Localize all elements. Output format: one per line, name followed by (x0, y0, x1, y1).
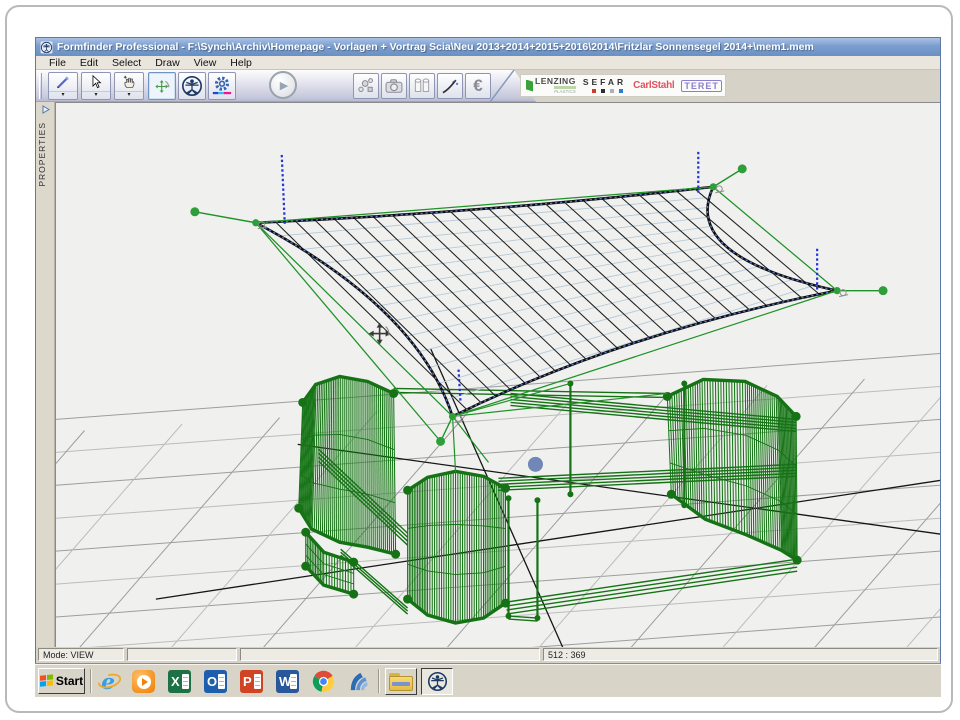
menu-item-view[interactable]: View (187, 57, 224, 69)
internet-explorer-icon[interactable]: e (97, 669, 122, 694)
sefar-color-squares (592, 89, 626, 93)
menu-item-help[interactable]: Help (223, 57, 259, 69)
toolbar: ▾ ▾ ▾ (36, 70, 940, 102)
excel-icon[interactable]: X (167, 669, 192, 694)
vitruvian-man-icon (181, 77, 203, 96)
lenzing-sub-text: PLASTICS (554, 86, 576, 95)
properties-tab-label[interactable]: PROPERTIES (37, 122, 54, 187)
molecule-icon (356, 77, 376, 96)
taskbar-separator (90, 669, 92, 693)
formfinder-window: Formfinder Professional - F:\Synch\Archi… (35, 37, 941, 664)
sefar-logo: SEFAR (583, 78, 626, 93)
sefar-square-icon (619, 89, 623, 93)
media-player-icon[interactable] (131, 669, 156, 694)
fabric-rolls-icon (412, 77, 432, 96)
screenshot-frame: Formfinder Professional - F:\Synch\Archi… (5, 5, 953, 713)
toolbar-grip[interactable] (39, 73, 42, 99)
status-bar: Mode: VIEW 512 : 369 (36, 647, 940, 663)
sponsor-logos-strip: LENZINGPLASTICS SEFAR CarlStahl TERET (520, 74, 726, 97)
status-cursor-coords: 512 : 369 (543, 648, 938, 661)
materials-gear-button[interactable] (208, 72, 236, 100)
menu-item-file[interactable]: File (42, 57, 73, 69)
windows-logo-icon (40, 674, 54, 688)
scia-engineer-icon[interactable] (346, 669, 371, 694)
explorer-folder-task-button[interactable] (385, 668, 417, 695)
sefar-square-icon (601, 89, 605, 93)
pan-cursor-icon (369, 323, 391, 345)
quill-pen-icon (440, 77, 460, 96)
axis-lines (156, 349, 940, 647)
snapshot-camera-button[interactable] (381, 73, 407, 99)
cursor-dropdown-arrow-icon[interactable]: ▾ (82, 91, 110, 99)
sefar-text: SEFAR (583, 78, 626, 87)
lenzing-text: LENZING (535, 77, 576, 86)
viewport-3d[interactable] (55, 102, 940, 647)
pencil-icon (54, 73, 72, 91)
camera-icon (384, 77, 404, 96)
status-panel-2 (127, 648, 237, 661)
corner-plate-hardware (715, 186, 724, 193)
menu-item-select[interactable]: Select (105, 57, 148, 69)
svg-text:e: e (101, 669, 115, 694)
grab-dropdown-arrow-icon[interactable]: ▾ (115, 91, 143, 99)
powerpoint-icon[interactable]: P (239, 669, 264, 694)
app-vitruvian-icon (40, 41, 53, 54)
grab-hand-button[interactable]: ▾ (114, 72, 144, 100)
draw-pencil-button[interactable]: ▾ (48, 72, 78, 100)
play-button[interactable]: ▶ (269, 71, 297, 99)
reference-sphere[interactable] (528, 457, 543, 472)
pan-orbit-button[interactable] (148, 72, 176, 100)
windows-taskbar: Start e X O P W (35, 664, 941, 697)
status-panel-3 (240, 648, 540, 661)
sefar-square-icon (592, 89, 596, 93)
menu-bar: FileEditSelectDrawViewHelp (36, 56, 940, 70)
fabric-rolls-button[interactable] (409, 73, 435, 99)
window-title: Formfinder Professional - F:\Synch\Archi… (57, 41, 814, 53)
menu-item-edit[interactable]: Edit (73, 57, 105, 69)
gear-gradient-icon (211, 77, 233, 96)
menu-item-draw[interactable]: Draw (148, 57, 187, 69)
start-label: Start (56, 674, 83, 688)
carlstahl-logo: CarlStahl (633, 80, 674, 91)
green-slat-structure (294, 376, 801, 623)
expand-arrow-icon[interactable] (41, 105, 50, 114)
pencil-dropdown-arrow-icon[interactable]: ▾ (49, 91, 77, 99)
grab-hand-icon (121, 73, 138, 91)
formfinder-task-button[interactable] (421, 668, 453, 695)
play-icon: ▶ (280, 79, 288, 92)
pan-orbit-icon (153, 77, 172, 96)
properties-collapsed-panel[interactable]: PROPERTIES (36, 102, 55, 647)
folder-icon (389, 673, 413, 691)
formfind-molecule-button[interactable] (353, 73, 379, 99)
select-cursor-button[interactable]: ▾ (81, 72, 111, 100)
taskbar-separator-2 (378, 669, 380, 693)
cursor-arrow-icon (88, 73, 105, 91)
teret-logo: TERET (681, 80, 722, 92)
word-icon[interactable]: W (275, 669, 300, 694)
formfinder-tool-button[interactable] (178, 72, 206, 100)
euro-icon: € (473, 77, 482, 96)
lenzing-flag-icon (526, 80, 533, 92)
status-mode: Mode: VIEW (38, 648, 124, 661)
chrome-icon[interactable] (311, 669, 336, 694)
outlook-icon[interactable]: O (203, 669, 228, 694)
sefar-square-icon (610, 89, 614, 93)
start-button[interactable]: Start (38, 668, 85, 694)
title-bar[interactable]: Formfinder Professional - F:\Synch\Archi… (36, 38, 940, 56)
lenzing-logo: LENZINGPLASTICS (526, 77, 576, 94)
viewport-3d-scene[interactable] (56, 103, 940, 647)
formfinder-taskbar-icon (427, 671, 448, 692)
quill-pen-button[interactable] (437, 73, 463, 99)
